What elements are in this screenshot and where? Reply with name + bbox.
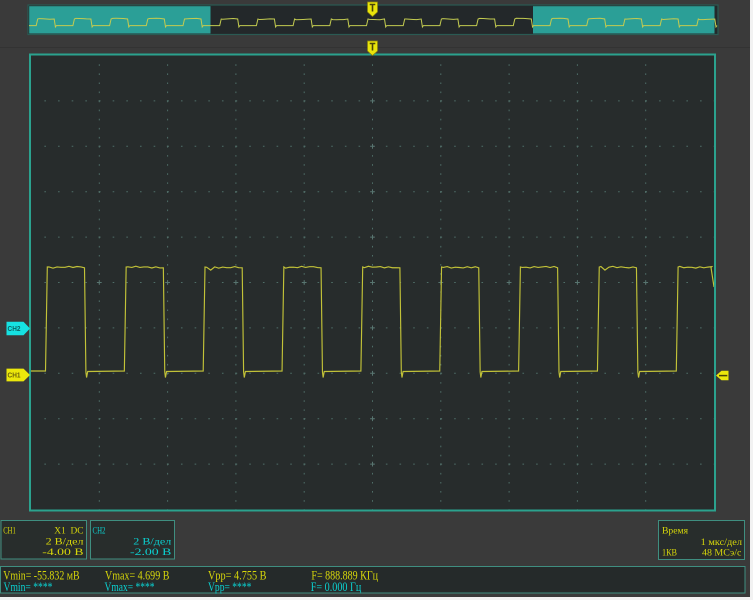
svg-text:2 В/дел: 2 В/дел (133, 537, 171, 547)
svg-text:CH2: CH2 (93, 526, 106, 536)
svg-text:CH2: CH2 (8, 324, 21, 333)
svg-text:2 В/дел: 2 В/дел (46, 537, 84, 547)
svg-text:Vmax= ****: Vmax= **** (105, 579, 155, 594)
svg-text:1 мкс/дел: 1 мкс/дел (701, 538, 743, 548)
svg-text:CH1: CH1 (8, 371, 22, 380)
svg-text:CH1: CH1 (3, 526, 16, 536)
svg-text:Vpp= ****: Vpp= **** (208, 579, 251, 594)
svg-text:48 МСэ/с: 48 МСэ/с (702, 549, 741, 559)
svg-text:-4.00 В: -4.00 В (42, 548, 83, 558)
svg-text:-2.00 В: -2.00 В (130, 548, 171, 558)
svg-text:Vmin= ****: Vmin= **** (4, 579, 53, 594)
svg-text:X1 DC: X1 DC (54, 526, 83, 536)
svg-text:F= 0.000 Гц: F= 0.000 Гц (311, 579, 362, 594)
svg-text:Время: Время (662, 527, 689, 537)
svg-text:1КВ: 1КВ (662, 549, 677, 559)
